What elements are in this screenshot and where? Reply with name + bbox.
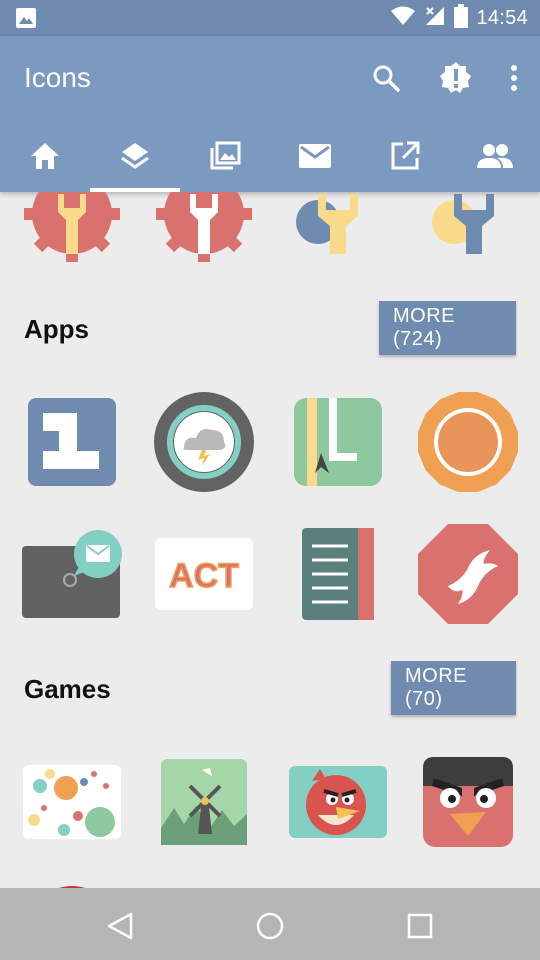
icon-list: Apps MORE (724) ACT Games MORE (70): [0, 192, 540, 888]
tab-mail[interactable]: [270, 120, 360, 192]
wifi-icon: [390, 5, 416, 32]
status-bar: 14:54: [0, 0, 540, 36]
layers-icon: [121, 143, 149, 169]
app-bar: Icons: [0, 36, 540, 192]
tab-photos[interactable]: [180, 120, 270, 192]
recents-icon: [407, 913, 433, 939]
more-vert-icon: [511, 65, 517, 91]
photos-icon: [210, 141, 241, 170]
game-icon-windmill[interactable]: [150, 752, 258, 852]
tools-blue-icon[interactable]: [414, 192, 522, 264]
tab-home[interactable]: [0, 120, 90, 192]
navigation-bar: [0, 888, 540, 960]
games-section-title: Games: [24, 674, 111, 704]
act-label: ACT: [169, 557, 239, 595]
game-icon-bubbles[interactable]: [18, 752, 126, 852]
app-icon-maps[interactable]: [284, 392, 392, 492]
tools-yellow-icon[interactable]: [284, 192, 392, 264]
back-button[interactable]: [100, 906, 140, 946]
app-icon-act[interactable]: ACT: [150, 524, 258, 624]
games-more-button[interactable]: MORE (70): [391, 661, 516, 715]
page-title: Icons: [24, 62, 91, 93]
games-row-2-partial: [0, 880, 540, 888]
status-icons: 14:54: [390, 0, 528, 36]
icon-row-partial: [0, 192, 540, 264]
app-icon-wallet-mail[interactable]: [18, 524, 126, 624]
settings-wrench-icon[interactable]: [18, 192, 126, 264]
tab-open-external[interactable]: [360, 120, 450, 192]
games-row-1: [0, 752, 540, 852]
app-icon-one-blue[interactable]: [18, 392, 126, 492]
recents-button[interactable]: [400, 906, 440, 946]
game-icon-race-car-gold[interactable]: [284, 880, 392, 888]
apps-section-title: Apps: [24, 314, 89, 344]
apps-row-2: ACT: [0, 524, 540, 624]
people-icon: [477, 144, 513, 168]
back-icon: [107, 912, 133, 940]
tab-people[interactable]: [450, 120, 540, 192]
game-icon-red-bird[interactable]: [18, 880, 126, 888]
home-circle-icon: [256, 912, 284, 940]
search-icon: [373, 65, 400, 92]
tab-layers[interactable]: [90, 120, 180, 192]
home-icon: [31, 143, 59, 169]
game-icon-angry-face[interactable]: [414, 752, 522, 852]
apps-more-button[interactable]: MORE (724): [379, 301, 516, 355]
home-nav-button[interactable]: [250, 906, 290, 946]
mail-icon: [299, 144, 331, 168]
clock: 14:54: [476, 6, 528, 29]
more-options-button[interactable]: [504, 56, 524, 100]
app-bar-actions: [364, 56, 524, 100]
alert-button[interactable]: [434, 56, 478, 100]
battery-icon: [454, 3, 469, 33]
app-icon-sun[interactable]: [414, 392, 522, 492]
game-icon-bird-hat[interactable]: [150, 880, 258, 888]
image-notification-icon: [14, 6, 38, 30]
settings-wrench-white-icon[interactable]: [150, 192, 258, 264]
search-button[interactable]: [364, 56, 408, 100]
apps-row-1: [0, 392, 540, 492]
open-in-new-icon: [391, 141, 420, 170]
tab-bar: [0, 120, 540, 192]
app-icon-storm-clock[interactable]: [150, 392, 258, 492]
app-icon-dove-octagon[interactable]: [414, 524, 522, 624]
game-icon-angry-bird[interactable]: [284, 752, 392, 852]
signal-icon: [424, 5, 446, 32]
game-icon-race-car-blue[interactable]: [414, 880, 522, 888]
app-icon-notebook[interactable]: [284, 524, 392, 624]
alert-badge-icon: [440, 62, 471, 93]
